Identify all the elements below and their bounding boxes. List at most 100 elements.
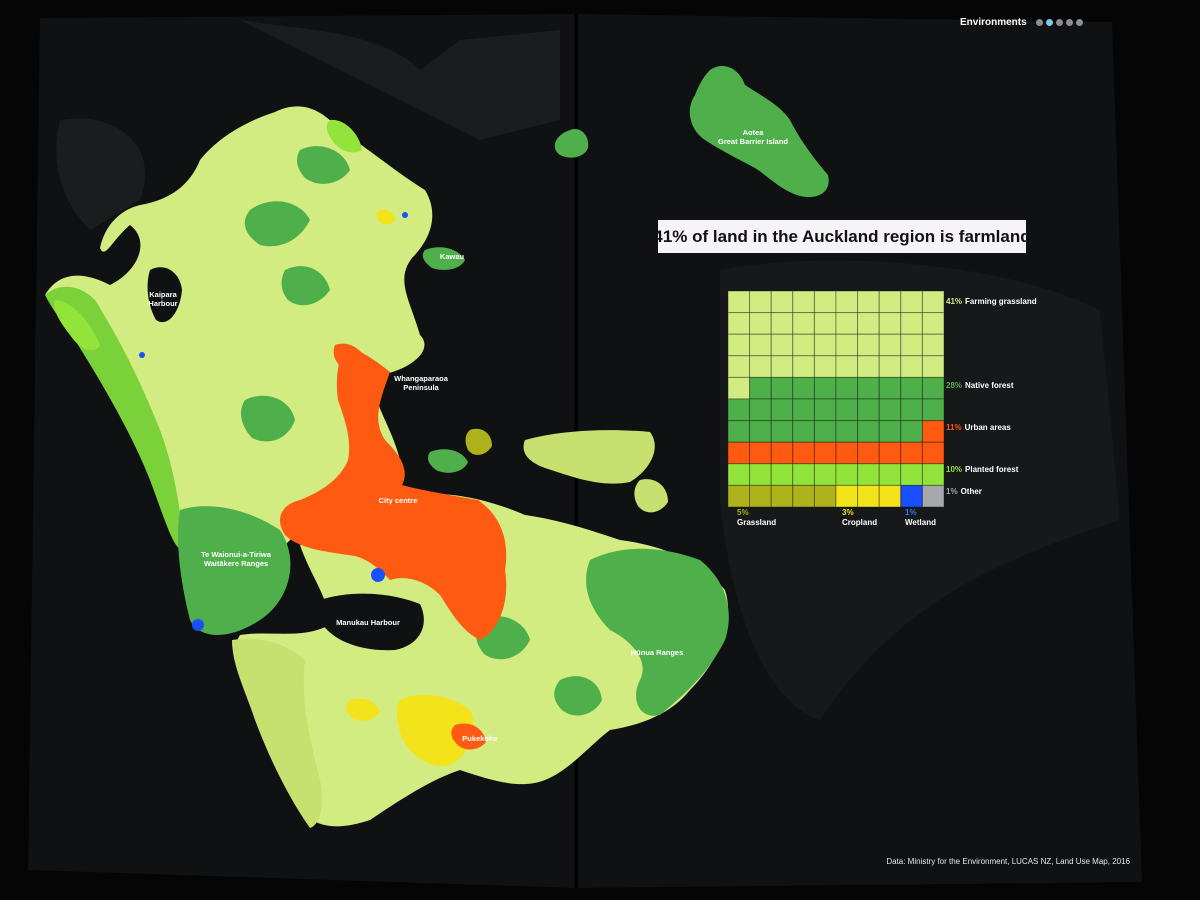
legend-wetland-label: Wetland (905, 518, 936, 527)
waffle-cell-native_forest (900, 420, 923, 443)
waffle-cell-farming_grassland (921, 355, 944, 378)
waffle-cell-grassland (728, 484, 751, 507)
waffle-cell-farming_grassland (857, 291, 880, 314)
waffle-cell-native_forest (770, 398, 794, 422)
legend-other-pct: 1% (946, 487, 958, 496)
waffle-cell-native_forest (878, 376, 902, 400)
display-screen: Environments 41% of land in the Auckland… (0, 0, 1200, 900)
waffle-cell-farming_grassland (770, 312, 794, 335)
waffle-cell-urban (749, 441, 772, 465)
legend-native-forest: 28% Native forest (946, 381, 1013, 391)
waffle-cell-farming_grassland (792, 291, 815, 314)
waffle-cell-farming_grassland (792, 312, 815, 335)
data-source: Data: Ministry for the Environment, LUCA… (886, 857, 1130, 866)
waffle-cell-farming_grassland (857, 333, 880, 357)
waffle-cell-other (921, 484, 944, 507)
waffle-cell-urban (728, 441, 751, 465)
label-pukekohe: Pukekohe (462, 734, 498, 743)
waffle-cell-farming_grassland (770, 291, 794, 314)
label-waitakere: Te Waionui-a-Tiriwa Waitākere Ranges (201, 550, 271, 568)
waffle-cell-native_forest (813, 420, 837, 443)
legend-farming-grassland-label: Farming grassland (965, 297, 1037, 306)
waffle-cell-farming_grassland (921, 312, 944, 335)
waffle-cell-farming_grassland (921, 333, 944, 357)
waffle-cell-native_forest (770, 376, 794, 400)
page-dot-2[interactable] (1045, 18, 1053, 26)
waffle-cell-urban (921, 420, 944, 443)
waffle-cell-farming_grassland (749, 312, 772, 335)
waffle-cell-urban (900, 441, 923, 465)
legend-grassland-pct: 5% (737, 508, 749, 517)
waffle-cell-farming_grassland (728, 291, 751, 314)
waffle-cell-farming_grassland (728, 376, 751, 400)
waffle-cell-farming_grassland (835, 291, 859, 314)
waffle-cell-urban (813, 441, 837, 465)
waffle-cell-grassland (813, 484, 837, 507)
waffle-cell-planted_forest (835, 463, 859, 486)
waffle-cell-native_forest (900, 398, 923, 422)
waffle-cell-farming_grassland (878, 355, 902, 378)
waffle-cell-native_forest (857, 420, 880, 443)
legend-cropland: 3% Cropland (842, 508, 877, 528)
page-dot-5[interactable] (1075, 18, 1083, 26)
waffle-cell-farming_grassland (835, 312, 859, 335)
wetland-4 (402, 212, 408, 218)
waffle-cell-native_forest (835, 398, 859, 422)
waffle-cell-farming_grassland (813, 291, 837, 314)
waffle-cell-farming_grassland (813, 312, 837, 335)
waffle-cell-native_forest (813, 376, 837, 400)
page-dot-4[interactable] (1065, 18, 1073, 26)
waffle-cell-cropland (857, 484, 880, 507)
waffle-cell-grassland (770, 484, 794, 507)
waffle-cell-native_forest (900, 376, 923, 400)
waffle-cell-urban (921, 441, 944, 465)
legend-grassland: 5% Grassland (737, 508, 776, 528)
waffle-cell-native_forest (728, 398, 751, 422)
waffle-cell-farming_grassland (857, 312, 880, 335)
waffle-cell-planted_forest (749, 463, 772, 486)
waffle-cell-urban (857, 441, 880, 465)
waffle-cell-native_forest (792, 398, 815, 422)
waffle-cell-farming_grassland (792, 333, 815, 357)
legend-other: 1% Other (946, 487, 982, 497)
page-dot-1[interactable] (1035, 18, 1043, 26)
waffle-cell-farming_grassland (792, 355, 815, 378)
legend-cropland-label: Cropland (842, 518, 878, 527)
waffle-cell-farming_grassland (728, 333, 751, 357)
waffle-cell-farming_grassland (770, 333, 794, 357)
legend-planted-forest-pct: 10% (946, 465, 963, 474)
waffle-cell-farming_grassland (813, 355, 837, 378)
section-nav: Environments (960, 12, 1110, 32)
waffle-cell-planted_forest (878, 463, 902, 486)
page-dot-3[interactable] (1055, 18, 1063, 26)
waffle-cell-farming_grassland (728, 355, 751, 378)
headline: 41% of land in the Auckland region is fa… (653, 220, 1031, 253)
wetland-1 (371, 568, 385, 582)
legend-native-forest-pct: 28% (946, 381, 963, 390)
waffle-cell-farming_grassland (878, 312, 902, 335)
waffle-cell-farming_grassland (857, 355, 880, 378)
legend-planted-forest-label: Planted forest (965, 465, 1019, 474)
waffle-cell-planted_forest (813, 463, 837, 486)
waffle-cell-native_forest (835, 420, 859, 443)
waffle-cell-urban (835, 441, 859, 465)
waffle-cell-native_forest (749, 376, 772, 400)
legend-other-label: Other (960, 487, 982, 496)
legend-grassland-label: Grassland (737, 518, 777, 527)
label-kaipara-harbour: Kaipara Harbour (148, 290, 178, 308)
waffle-cell-planted_forest (792, 463, 815, 486)
wetland-2 (192, 619, 204, 631)
wetland-3 (139, 352, 145, 358)
waffle-cell-farming_grassland (900, 333, 923, 357)
label-manukau: Manukau Harbour (336, 618, 400, 627)
waffle-cell-wetland (900, 484, 923, 507)
waffle-cell-urban (770, 441, 794, 465)
waffle-cell-native_forest (728, 420, 751, 443)
waffle-cell-farming_grassland (900, 312, 923, 335)
label-kawau: Kawau (439, 252, 465, 261)
legend-urban-label: Urban areas (964, 423, 1011, 432)
legend-native-forest-label: Native forest (965, 381, 1014, 390)
legend-farming-grassland: 41% Farming grassland (946, 297, 1037, 307)
waffle-chart (728, 291, 944, 507)
label-city-centre: City centre (378, 496, 418, 505)
